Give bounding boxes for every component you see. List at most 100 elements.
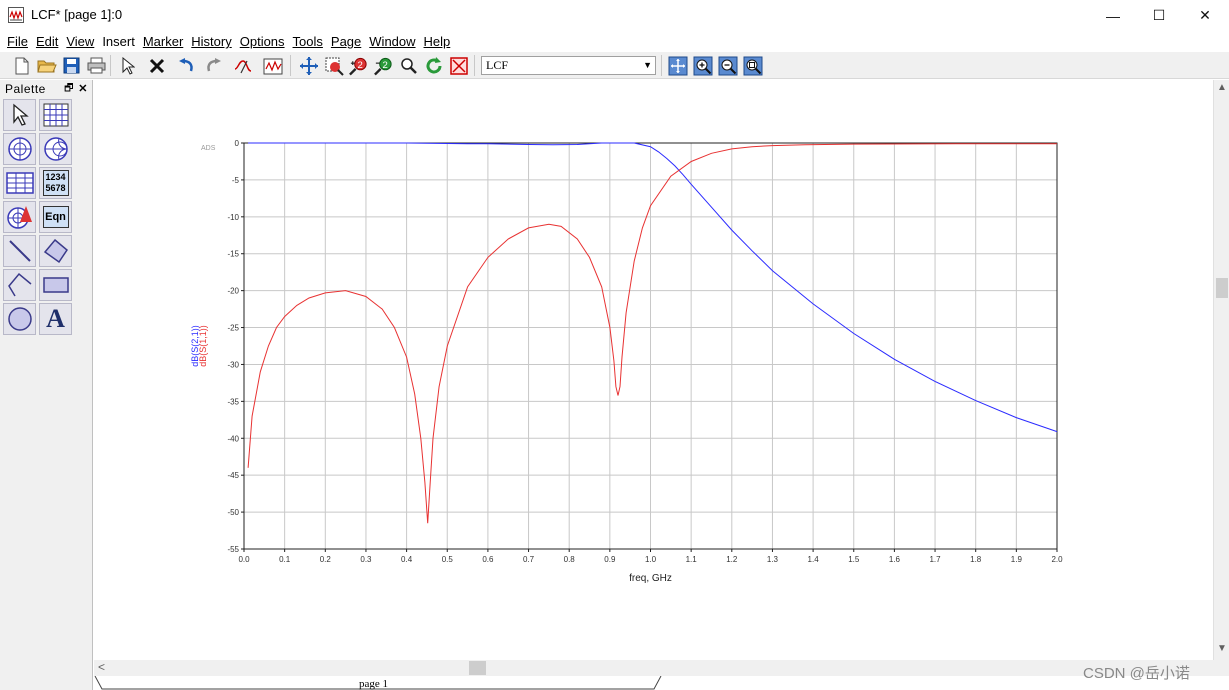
text-tool-label: A: [46, 304, 65, 333]
scroll-left-icon[interactable]: <: [98, 660, 105, 674]
page-select[interactable]: LCF ▼: [481, 56, 656, 75]
close-button[interactable]: ✕: [1182, 0, 1228, 31]
y-axis-label-s11: dB(S(1,1)): [198, 325, 208, 367]
x-tick-label: 1.5: [848, 555, 860, 564]
menu-marker-label: Marker: [142, 34, 184, 49]
print-icon[interactable]: [86, 55, 107, 76]
antenna-plot-icon[interactable]: [3, 201, 36, 233]
zoom-fit-icon[interactable]: [742, 55, 763, 76]
polyline-tool-icon[interactable]: [3, 269, 36, 301]
x-tick-label: 2.0: [1051, 555, 1063, 564]
x-tick-label: 1.2: [726, 555, 738, 564]
marker-icon[interactable]: [232, 55, 253, 76]
rectangle-tool-icon[interactable]: [39, 269, 72, 301]
palette-header: Palette 🗗 ✕: [0, 80, 93, 98]
x-tick-label: 0.4: [401, 555, 413, 564]
equation-icon[interactable]: Eqn: [39, 201, 72, 233]
zoom-search-icon[interactable]: [398, 55, 419, 76]
window-title: LCF* [page 1]:0: [31, 7, 123, 22]
menu-marker[interactable]: Marker: [139, 34, 187, 49]
redo-icon[interactable]: [202, 55, 223, 76]
zoom-out-icon[interactable]: [717, 55, 738, 76]
menu-history-label: History: [191, 34, 232, 49]
zoom-out-2-icon[interactable]: 2: [373, 55, 394, 76]
menu-insert-label: Insert: [102, 34, 135, 49]
new-icon[interactable]: [11, 55, 32, 76]
menu-window[interactable]: Window: [365, 34, 419, 49]
stacked-list-line-1: 1234: [45, 172, 66, 182]
equation-label: Eqn: [42, 206, 69, 228]
menu-edit[interactable]: Edit: [32, 34, 62, 49]
x-tick-label: 1.1: [686, 555, 698, 564]
vertical-scrollbar[interactable]: ▲ ▼: [1213, 80, 1229, 660]
line-tool-icon[interactable]: [3, 235, 36, 267]
maximize-button[interactable]: ☐: [1136, 0, 1182, 31]
view-all-icon[interactable]: [667, 55, 688, 76]
y-tick-label: -55: [227, 545, 239, 554]
x-tick-label: 0.8: [564, 555, 576, 564]
minimize-button[interactable]: —: [1090, 0, 1136, 31]
toolbar-separator: [474, 55, 475, 76]
pin-icon[interactable]: 🗗: [64, 80, 74, 98]
horizontal-scroll-thumb[interactable]: [469, 661, 486, 675]
scroll-down-icon[interactable]: ▼: [1214, 643, 1229, 659]
menu-help[interactable]: Help: [420, 34, 455, 49]
title-bar: LCF* [page 1]:0 — ☐ ✕: [0, 0, 1229, 31]
x-axis-label: freq, GHz: [629, 573, 672, 584]
refresh-icon[interactable]: [423, 55, 444, 76]
save-icon[interactable]: [61, 55, 82, 76]
menu-insert[interactable]: Insert: [98, 34, 139, 49]
text-tool-icon[interactable]: A: [39, 303, 72, 335]
menu-view-label: View: [66, 34, 95, 49]
menu-file[interactable]: File: [3, 34, 32, 49]
y-tick-label: -20: [227, 287, 239, 296]
y-tick-label: -25: [227, 324, 239, 333]
menu-tools-label: Tools: [292, 34, 323, 49]
circle-tool-icon[interactable]: [3, 303, 36, 335]
vertical-scroll-thumb[interactable]: [1216, 278, 1228, 298]
rectangular-plot-icon[interactable]: [39, 99, 72, 131]
chevron-down-icon: ▼: [643, 60, 652, 70]
y-tick-label: -5: [232, 176, 240, 185]
clear-icon[interactable]: [448, 55, 469, 76]
delete-icon[interactable]: [146, 55, 167, 76]
plot-icon[interactable]: [262, 55, 283, 76]
x-tick-label: 0.6: [482, 555, 494, 564]
select-pointer-icon[interactable]: [117, 55, 138, 76]
x-tick-label: 0.2: [320, 555, 332, 564]
plot-canvas[interactable]: ADS 0.0 0.1 0.2 0.3 0.4 0.5 0.6 0.7 0.8 0.9 1.0 1.1…: [94, 80, 1212, 660]
rectangular-plot[interactable]: ADS 0.0 0.1 0.2 0.3 0.4 0.5 0.6 0.7 0.8 0.9 1.0 1.1…: [94, 80, 1212, 660]
page-tab-bar: page 1: [94, 676, 1229, 690]
menu-page-label: Page: [330, 34, 362, 49]
menu-history[interactable]: History: [187, 34, 235, 49]
zoom-in-2-icon[interactable]: 2: [348, 55, 369, 76]
horizontal-scrollbar[interactable]: <: [94, 660, 1229, 676]
x-axis-ticks: 0.0 0.1 0.2 0.3 0.4 0.5 0.6 0.7 0.8 0.9 1.0 1.1 1.2 1…: [238, 549, 1063, 564]
scroll-up-icon[interactable]: ▲: [1214, 82, 1229, 98]
list-table-icon[interactable]: [3, 167, 36, 199]
menu-tools[interactable]: Tools: [289, 34, 327, 49]
y-axis-labels: dB(S(2,1))dB(S(1,1)): [190, 325, 208, 367]
open-icon[interactable]: [36, 55, 57, 76]
menu-edit-label: Edit: [35, 34, 59, 49]
menu-page[interactable]: Page: [327, 34, 365, 49]
smith-chart-icon[interactable]: [39, 133, 72, 165]
y-axis-ticks: 0 -5 -10 -15 -20 -25 -30 -35 -40 -45 -50 -55: [227, 139, 244, 554]
zoom-area-icon[interactable]: [323, 55, 344, 76]
tab-page-1[interactable]: page 1: [94, 676, 662, 690]
move-icon[interactable]: [298, 55, 319, 76]
menu-options[interactable]: Options: [236, 34, 289, 49]
pointer-tool-icon[interactable]: [3, 99, 36, 131]
zoom-in-icon[interactable]: [692, 55, 713, 76]
x-tick-label: 1.7: [929, 555, 941, 564]
undo-icon[interactable]: [176, 55, 197, 76]
polar-plot-icon[interactable]: [3, 133, 36, 165]
plot-series: [247, 142, 1058, 524]
x-tick-label: 1.6: [889, 555, 901, 564]
polygon-tool-icon[interactable]: [39, 235, 72, 267]
palette-close-icon[interactable]: ✕: [78, 80, 88, 98]
stacked-list-icon[interactable]: 1234 5678: [39, 167, 72, 199]
x-tick-label: 0.1: [279, 555, 291, 564]
x-tick-label: 0.7: [523, 555, 535, 564]
menu-view[interactable]: View: [62, 34, 98, 49]
